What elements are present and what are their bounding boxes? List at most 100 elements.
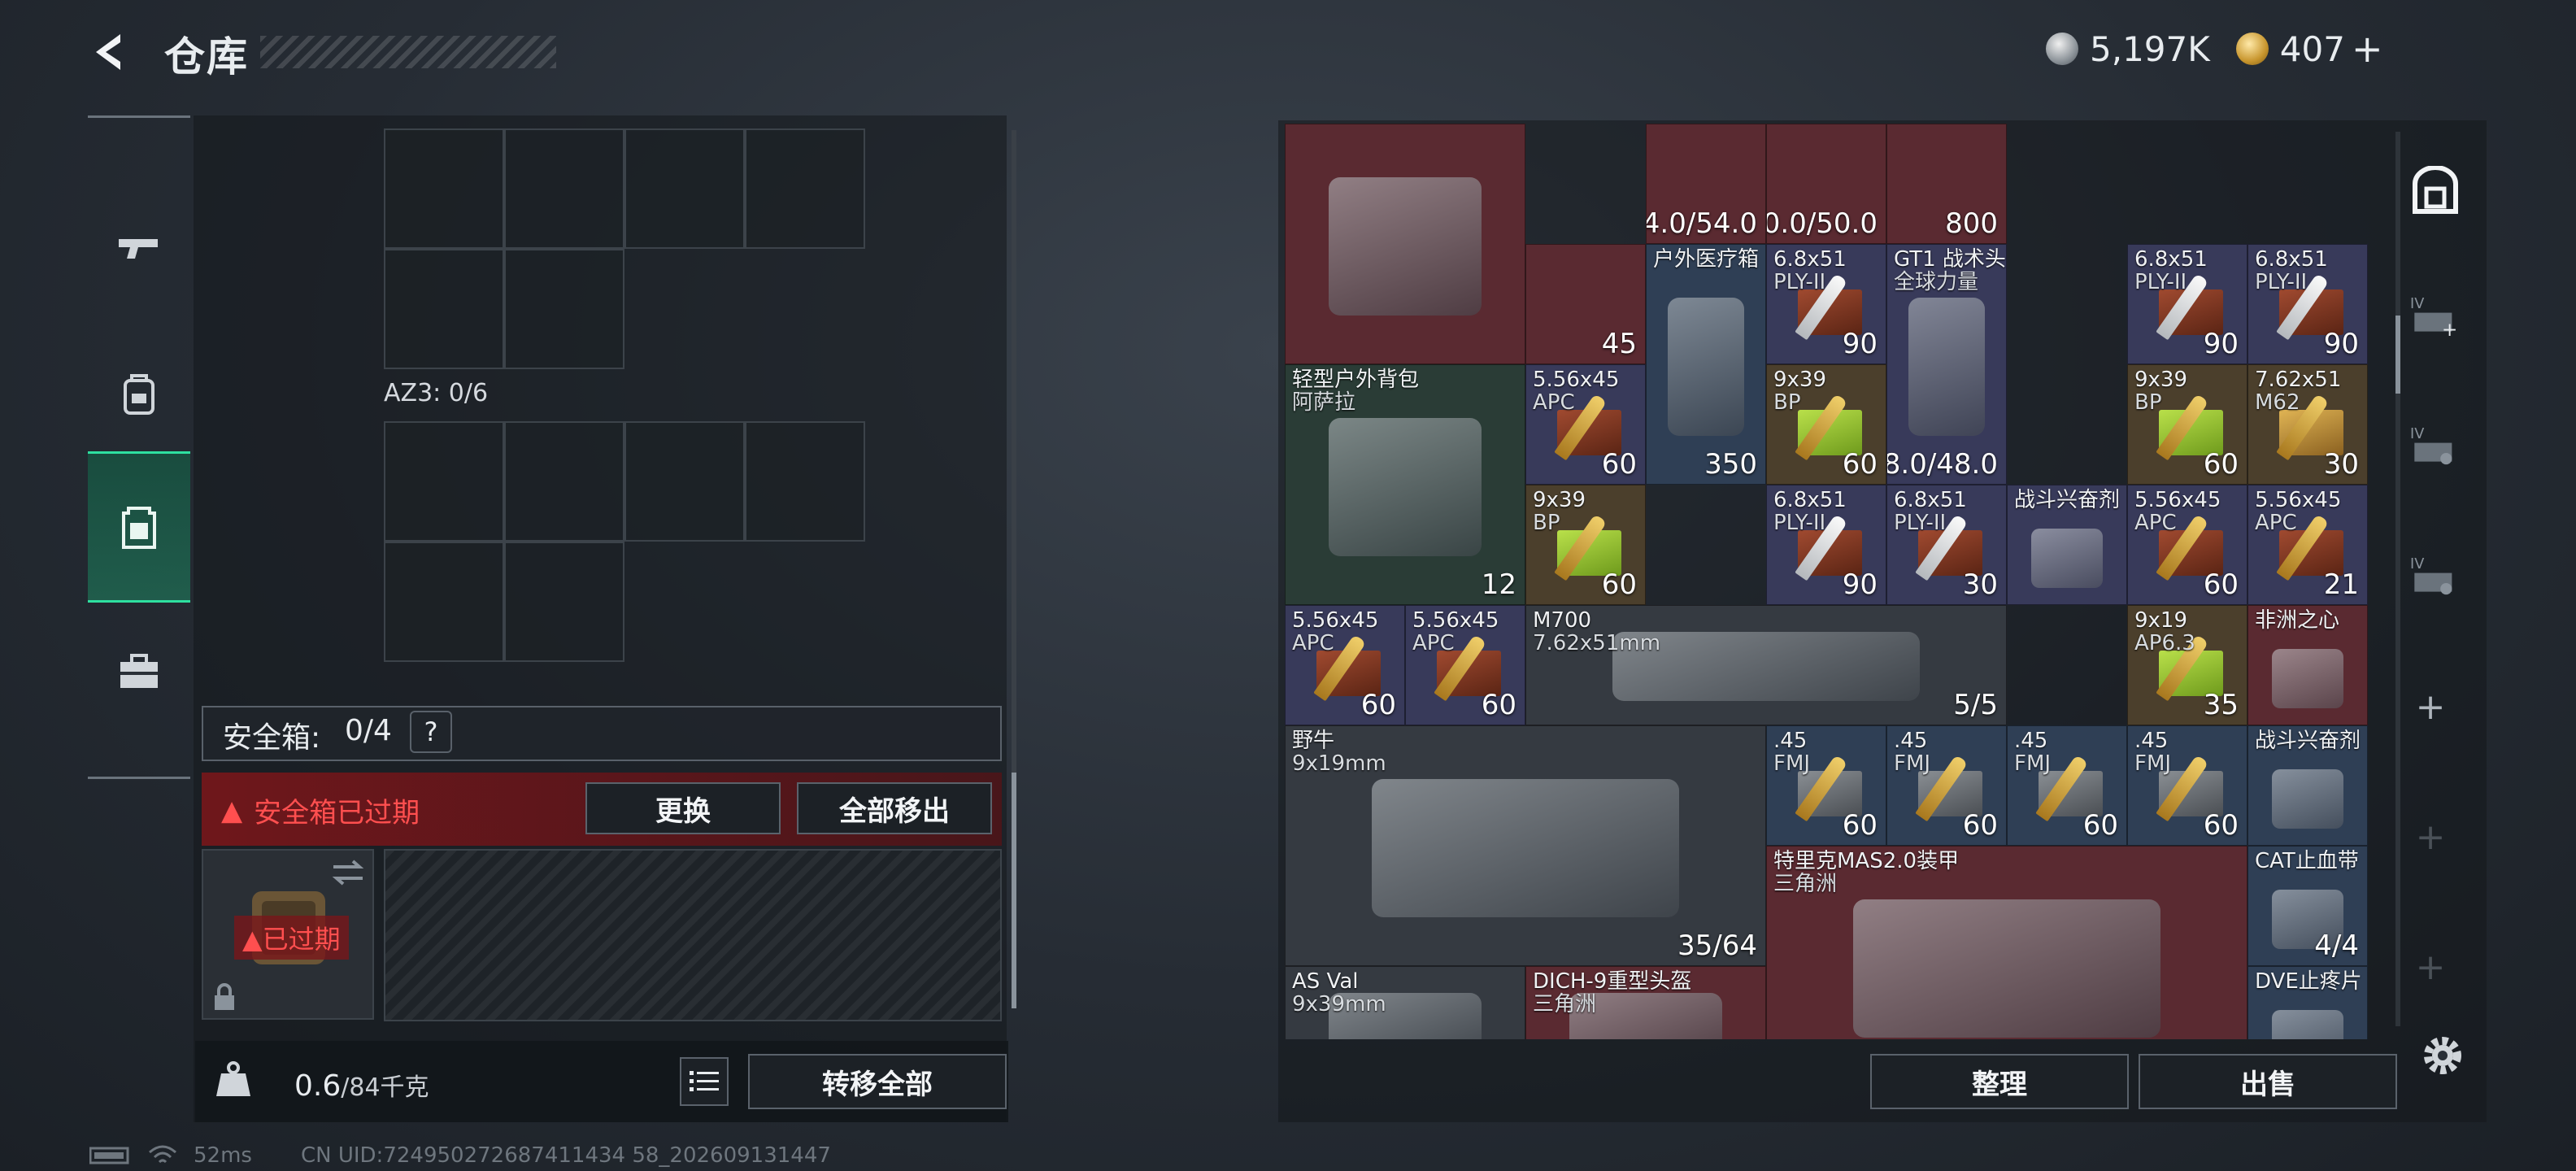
container-tab[interactable]: IV + — [2410, 291, 2461, 342]
inventory-item[interactable]: .45 FMJ 60 — [2007, 725, 2127, 846]
container-tab[interactable]: IV — [2410, 551, 2461, 602]
back-button[interactable] — [88, 29, 133, 75]
item-name: AS Val — [1292, 969, 1359, 994]
item-name: 5.56x45 — [2255, 488, 2342, 512]
inventory-item[interactable]: DICH-9重型头盔 三角洲 — [1525, 966, 1766, 1039]
grid-slot[interactable] — [384, 128, 504, 249]
tab-backpack[interactable] — [88, 321, 190, 468]
inventory-item[interactable]: 54.0/54.0 — [1646, 124, 1766, 244]
wifi-icon — [149, 1145, 176, 1164]
tab-weapons[interactable] — [88, 175, 190, 321]
svg-text:+: + — [2442, 320, 2457, 341]
inventory-item[interactable]: .45 FMJ 60 — [1886, 725, 2007, 846]
inventory-item[interactable]: 9x19 AP6.3 35 — [2127, 605, 2247, 725]
grid-slot[interactable] — [384, 542, 504, 662]
inventory-item[interactable]: 5.56x45 APC 60 — [1405, 605, 1525, 725]
inventory-item[interactable]: 特里克MAS2.0装甲 三角洲 — [1766, 846, 2247, 1039]
transfer-all-button[interactable]: 转移全部 — [748, 1054, 1007, 1109]
inventory-item[interactable]: 野牛 9x19mm 35/64 — [1285, 725, 1766, 966]
item-name: GT1 战术头盔 — [1894, 247, 2006, 272]
safe-box-label: 安全箱: — [223, 721, 321, 755]
list-view-button[interactable] — [680, 1057, 729, 1106]
grid-slot[interactable] — [504, 249, 624, 369]
left-scrollbar-thumb[interactable] — [1012, 773, 1016, 1008]
inventory-item[interactable]: 6.8x51 PLY-II 30 — [1886, 485, 2007, 605]
add-container-button[interactable]: + — [2405, 942, 2456, 992]
inventory-item[interactable]: 6.8x51 PLY-II 90 — [1766, 244, 1886, 364]
inventory-item[interactable]: 轻型户外背包 阿萨拉 12 — [1285, 364, 1525, 605]
case-expired-label: 已过期 — [262, 924, 341, 955]
grid-slot[interactable] — [745, 421, 865, 542]
item-name: .45 — [1773, 729, 1808, 753]
item-subtitle: BP — [1533, 511, 1560, 535]
iv-container-icon: IV — [2410, 556, 2452, 595]
inventory-item[interactable]: 5.56x45 APC 21 — [2247, 485, 2368, 605]
grid-slot[interactable] — [504, 128, 624, 249]
item-graphic — [1668, 297, 1744, 437]
inventory-item[interactable]: 9x39 BP 60 — [1525, 485, 1646, 605]
grid-slot[interactable] — [745, 128, 865, 249]
inventory-item[interactable]: 战斗兴奋剂 — [2007, 485, 2127, 605]
inventory-item[interactable]: 9x39 BP 60 — [1766, 364, 1886, 485]
sell-button[interactable]: 出售 — [2139, 1054, 2397, 1109]
item-name: .45 — [1894, 729, 1928, 753]
inventory-item[interactable]: 45 — [1525, 244, 1646, 364]
item-quantity: 60 — [1842, 809, 1878, 842]
item-name: 5.56x45 — [1412, 608, 1499, 633]
replace-button[interactable]: 更换 — [585, 782, 781, 834]
inventory-item[interactable]: 户外医疗箱 350 — [1646, 244, 1766, 485]
item-quantity: 60 — [2203, 448, 2239, 481]
grid-slot[interactable] — [624, 128, 745, 249]
tab-vest[interactable] — [88, 451, 190, 603]
inventory-item[interactable]: 战斗兴奋剂 — [2247, 725, 2368, 846]
item-name: 战斗兴奋剂 — [2255, 729, 2361, 753]
item-quantity: 60 — [2203, 568, 2239, 601]
inventory-item[interactable]: 7.62x51 M62 30 — [2247, 364, 2368, 485]
inventory-item[interactable]: 6.8x51 PLY-II 90 — [2247, 244, 2368, 364]
item-name: 非洲之心 — [2255, 608, 2340, 633]
inventory-item[interactable]: AS Val 9x39mm — [1285, 966, 1525, 1039]
add-container-button[interactable]: + — [2405, 681, 2456, 732]
inventory-item[interactable]: DVE止疼片 — [2247, 966, 2368, 1039]
item-quantity: 60 — [1601, 568, 1637, 601]
item-quantity: 21 — [2323, 568, 2359, 601]
add-currency-button[interactable]: + — [2352, 27, 2383, 71]
grid-slot[interactable] — [624, 421, 745, 542]
item-quantity: 60 — [2203, 809, 2239, 842]
inventory-item[interactable]: 非洲之心 — [2247, 605, 2368, 725]
inventory-item[interactable]: M700 7.62x51mm 5/5 — [1525, 605, 2007, 725]
warning-icon: ▲ — [242, 924, 263, 955]
item-quantity: 90 — [1842, 568, 1878, 601]
item-graphic — [1372, 778, 1679, 918]
item-quantity: 5/5 — [1953, 689, 1998, 721]
settings-gear-icon[interactable] — [2418, 1031, 2467, 1080]
inventory-item[interactable]: GT1 战术头盔全球力量 38.0/48.0 — [1886, 244, 2007, 485]
inventory-item[interactable]: .45 FMJ 60 — [2127, 725, 2247, 846]
container-tab[interactable]: IV — [2410, 421, 2461, 472]
grid-slot[interactable] — [504, 421, 624, 542]
inventory-item[interactable]: 5.56x45 APC 60 — [1525, 364, 1646, 485]
grid-slot[interactable] — [384, 249, 504, 369]
sort-button[interactable]: 整理 — [1870, 1054, 2129, 1109]
tab-case[interactable] — [88, 598, 190, 744]
move-all-out-button[interactable]: 全部移出 — [797, 782, 992, 834]
inventory-item[interactable]: 800 — [1886, 124, 2007, 244]
inventory-item[interactable]: 9x39 BP 60 — [2127, 364, 2247, 485]
safe-tab[interactable] — [2410, 166, 2461, 216]
inventory-item[interactable]: 5.56x45 APC 60 — [1285, 605, 1405, 725]
help-button[interactable]: ? — [410, 711, 452, 753]
grid-slot[interactable] — [504, 542, 624, 662]
add-container-button[interactable]: + — [2405, 812, 2456, 862]
inventory-item[interactable]: 6.8x51 PLY-II 90 — [2127, 244, 2247, 364]
inventory-item[interactable]: 6.8x51 PLY-II 90 — [1766, 485, 1886, 605]
inventory-item[interactable]: 50.0/50.0 — [1766, 124, 1886, 244]
inventory-item[interactable]: .45 FMJ 60 — [1766, 725, 1886, 846]
silver-coin-icon — [2046, 33, 2078, 65]
silver-currency-value: 5,197K — [2090, 28, 2210, 69]
item-name: M700 — [1533, 608, 1592, 633]
inventory-item[interactable]: 5.56x45 APC 60 — [2127, 485, 2247, 605]
item-quantity: 60 — [1360, 689, 1396, 721]
inventory-item[interactable] — [1285, 124, 1525, 364]
inventory-item[interactable]: CAT止血带 4/4 — [2247, 846, 2368, 966]
grid-slot[interactable] — [384, 421, 504, 542]
